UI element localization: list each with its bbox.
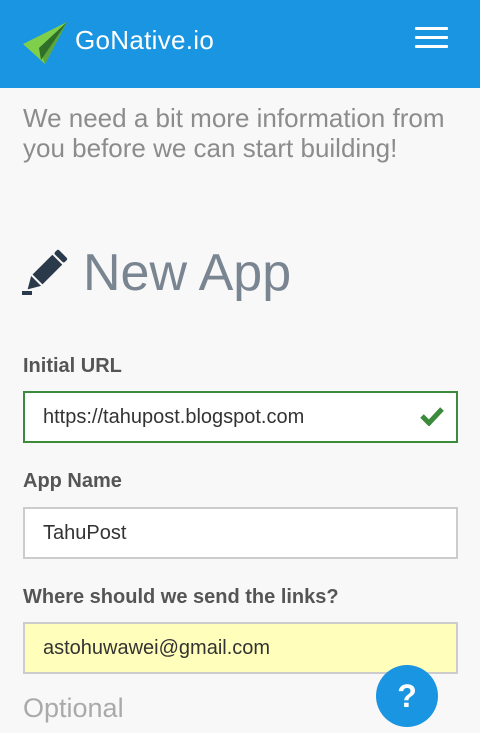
email-input[interactable]: astohuwawei@gmail.com [23,622,458,674]
initial-url-label: Initial URL [23,355,122,377]
brand-name[interactable]: GoNative.io [75,25,214,56]
email-label: Where should we send the links? [23,586,339,608]
initial-url-input[interactable]: https://tahupost.blogspot.com [23,391,458,443]
intro-text: We need a bit more information from you … [23,103,445,163]
app-header: GoNative.io [0,0,480,88]
checkmark-icon [420,407,444,426]
pencil-icon [22,249,68,295]
optional-section-label: Optional [23,693,124,723]
app-name-value: TahuPost [43,522,127,544]
initial-url-value: https://tahupost.blogspot.com [43,406,305,428]
paper-plane-icon[interactable] [23,20,69,64]
page-title: New App [83,244,292,302]
help-button[interactable]: ? [376,665,438,727]
app-name-label: App Name [23,470,122,492]
email-value: astohuwawei@gmail.com [43,637,271,659]
hamburger-menu-icon[interactable] [415,27,450,49]
app-name-input[interactable]: TahuPost [23,507,458,559]
